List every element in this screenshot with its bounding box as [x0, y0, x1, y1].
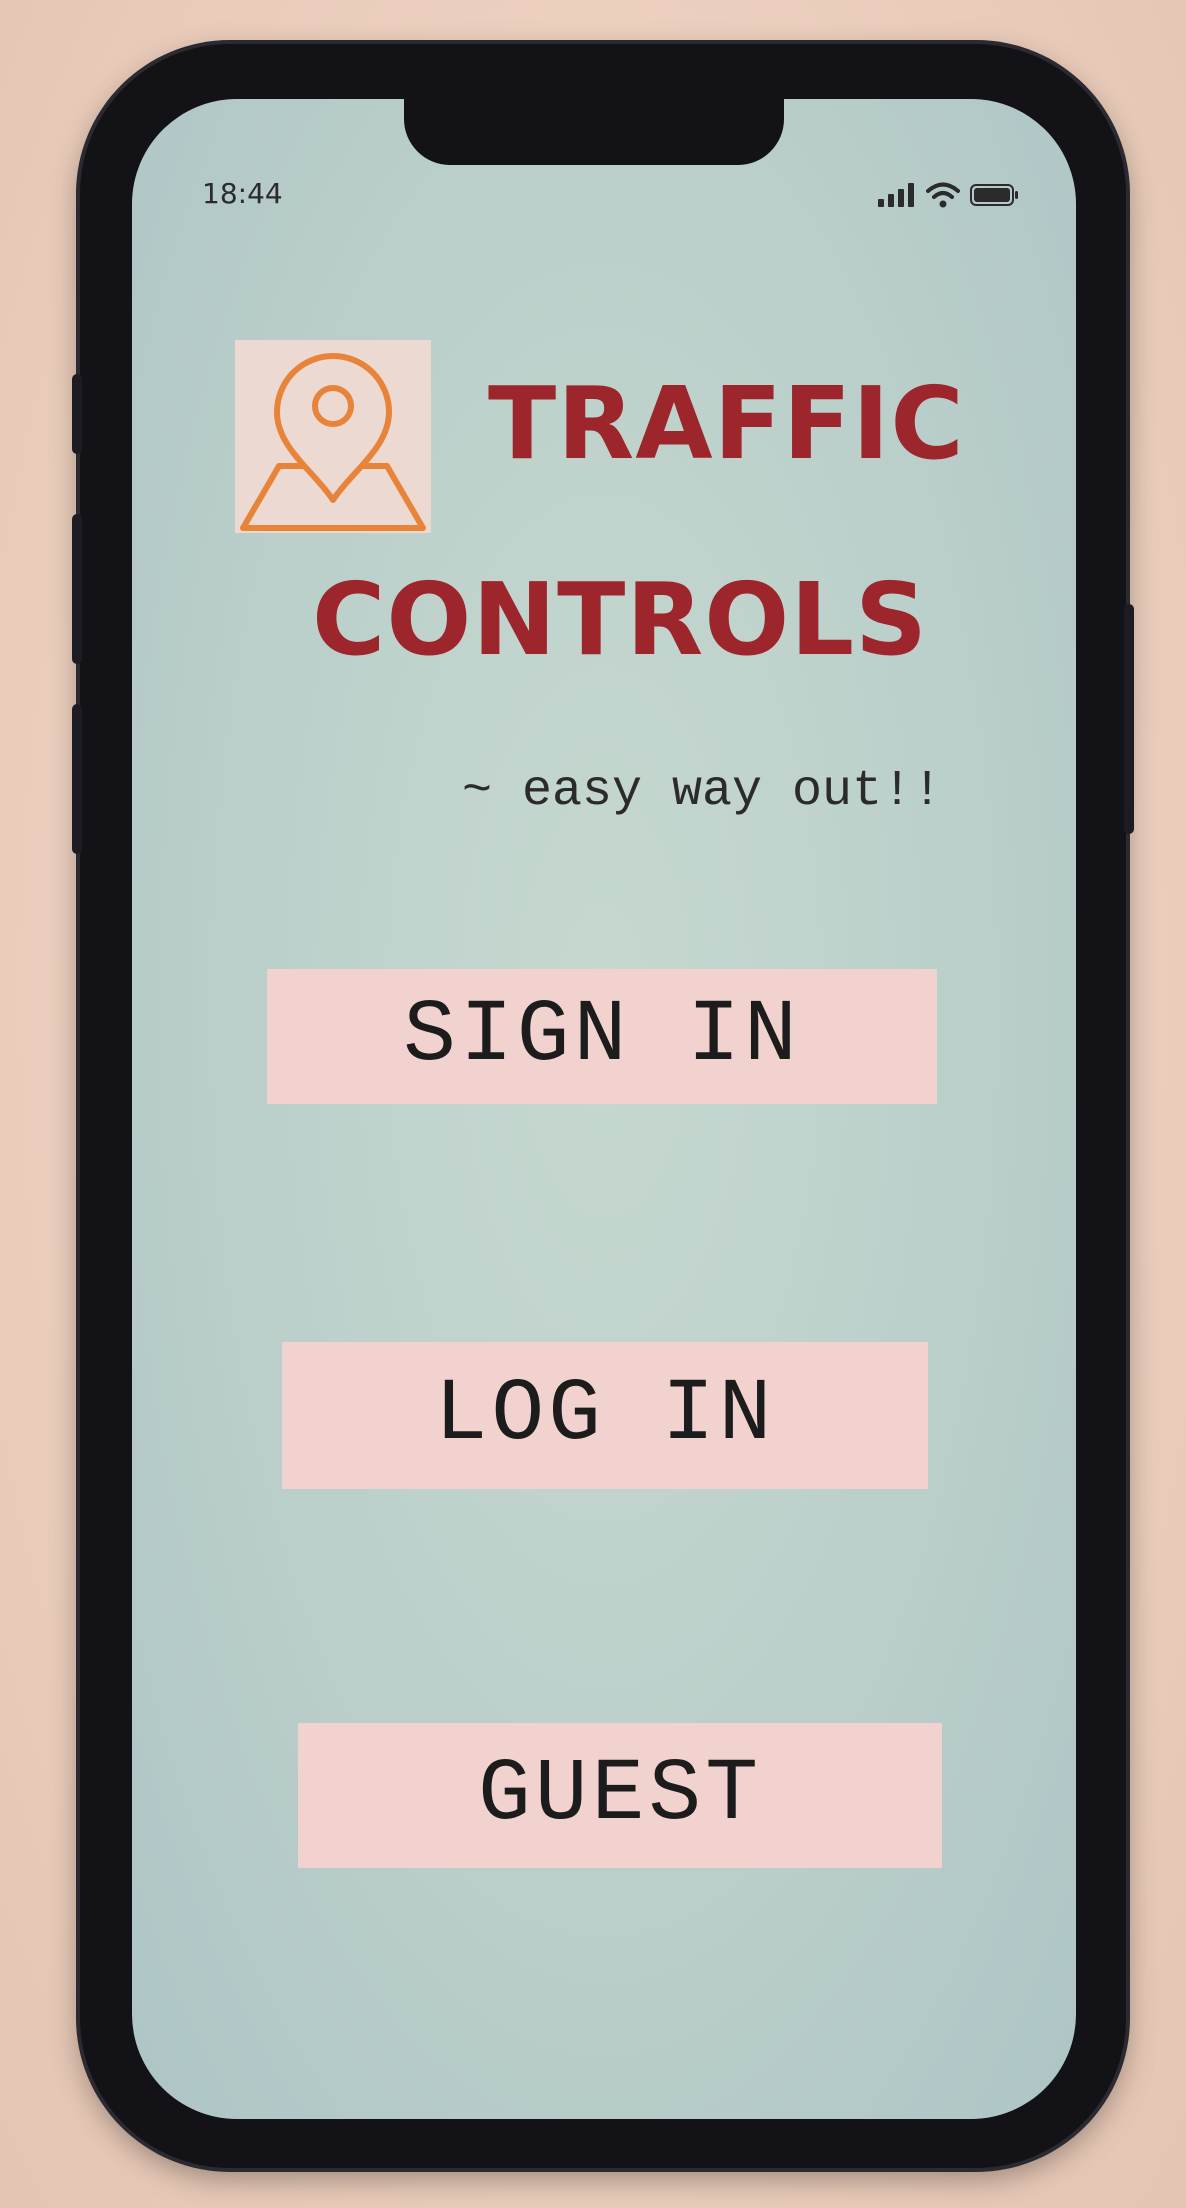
- app-screen: 18:44 TRAFFIC CONTROLS ~ easy way out!! …: [132, 99, 1076, 2119]
- signal-icon: [878, 183, 914, 207]
- phone-frame: 18:44 TRAFFIC CONTROLS ~ easy way out!! …: [72, 44, 1134, 2168]
- app-title-line2: CONTROLS: [312, 561, 929, 678]
- sign-in-button[interactable]: SIGN IN: [267, 969, 937, 1104]
- volume-up-button: [72, 514, 82, 664]
- map-pin-icon: [240, 353, 426, 531]
- app-title-line1: TRAFFIC: [488, 365, 965, 482]
- battery-icon: [970, 184, 1018, 206]
- status-time: 18:44: [202, 177, 283, 210]
- wifi-icon: [926, 182, 960, 208]
- silent-switch: [72, 374, 82, 454]
- tagline: ~ easy way out!!: [462, 763, 943, 820]
- logo: [235, 340, 431, 533]
- notch: [404, 99, 784, 165]
- status-icons: [878, 175, 1020, 215]
- volume-down-button: [72, 704, 82, 854]
- power-button: [1124, 604, 1134, 834]
- guest-button[interactable]: GUEST: [298, 1723, 942, 1868]
- log-in-button[interactable]: LOG IN: [282, 1342, 928, 1489]
